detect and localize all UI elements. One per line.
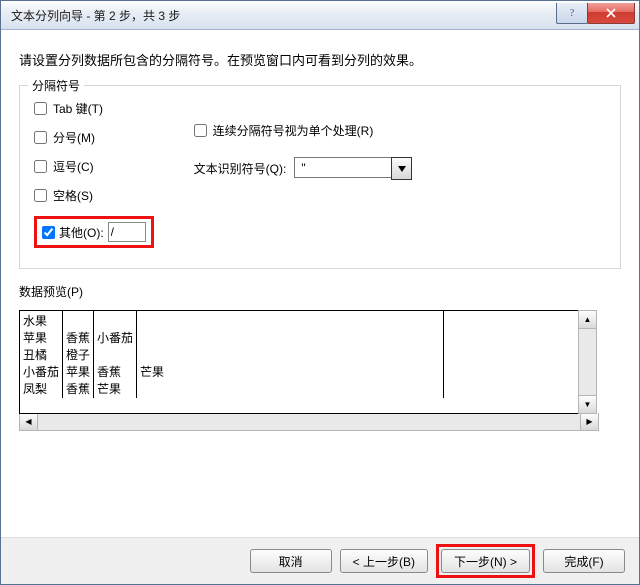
other-highlight: 其他(O):	[34, 216, 154, 248]
preview-cell	[94, 311, 137, 330]
delimiter-checkbox-column: Tab 键(T) 分号(M) 逗号(C) 空格(S)	[34, 96, 154, 248]
comma-checkbox-row[interactable]: 逗号(C)	[34, 158, 154, 175]
delimiter-options-column: 连续分隔符号视为单个处理(R) 文本识别符号(Q):	[194, 96, 413, 248]
semicolon-label: 分号(M)	[53, 129, 95, 146]
preview-cell: 苹果	[63, 364, 94, 381]
qualifier-dropdown-button[interactable]	[391, 157, 412, 180]
preview-table: 水果苹果香蕉小番茄丑橘橙子小番茄苹果香蕉芒果凤梨香蕉芒果	[19, 310, 581, 414]
vertical-scrollbar[interactable]: ▲ ▼	[578, 310, 597, 414]
instruction-text: 请设置分列数据所包含的分隔符号。在预览窗口内可看到分列的效果。	[19, 50, 621, 69]
svg-text:?: ?	[570, 8, 575, 18]
preview-cell	[137, 347, 444, 364]
finish-button[interactable]: 完成(F)	[543, 549, 625, 573]
chevron-down-icon	[398, 166, 406, 172]
qualifier-input[interactable]	[294, 157, 391, 178]
chevron-up-icon: ▲	[584, 315, 592, 324]
preview-cell: 芒果	[94, 381, 137, 398]
close-button[interactable]	[587, 3, 635, 24]
other-checkbox-row[interactable]: 其他(O):	[42, 224, 104, 241]
preview-cell: 橙子	[63, 347, 94, 364]
semicolon-checkbox[interactable]	[34, 131, 47, 144]
preview-cell: 丑橘	[20, 347, 63, 364]
preview-area: 水果苹果香蕉小番茄丑橘橙子小番茄苹果香蕉芒果凤梨香蕉芒果 ▲ ▼	[19, 310, 597, 414]
close-icon	[606, 8, 616, 18]
preview-cell: 芒果	[137, 364, 444, 381]
scroll-down-button[interactable]: ▼	[579, 395, 596, 413]
tab-label: Tab 键(T)	[53, 100, 103, 117]
chevron-down-icon: ▼	[584, 400, 592, 409]
other-label: 其他(O):	[59, 224, 104, 241]
preview-cell: 香蕉	[63, 330, 94, 347]
scroll-right-button[interactable]: ▶	[580, 413, 598, 430]
space-checkbox[interactable]	[34, 189, 47, 202]
horizontal-scrollbar[interactable]: ◀ ▶	[19, 413, 599, 431]
scroll-left-button[interactable]: ◀	[20, 413, 38, 430]
tab-checkbox-row[interactable]: Tab 键(T)	[34, 100, 154, 117]
next-highlight: 下一步(N) >	[436, 544, 535, 578]
preview-cell: 小番茄	[20, 364, 63, 381]
preview-cell: 香蕉	[94, 364, 137, 381]
next-button[interactable]: 下一步(N) >	[441, 549, 530, 573]
semicolon-checkbox-row[interactable]: 分号(M)	[34, 129, 154, 146]
preview-label: 数据预览(P)	[19, 283, 621, 300]
window-title: 文本分列向导 - 第 2 步，共 3 步	[11, 7, 557, 24]
back-button[interactable]: < 上一步(B)	[340, 549, 428, 573]
titlebar: 文本分列向导 - 第 2 步，共 3 步 ?	[1, 1, 639, 30]
preview-cell: 凤梨	[20, 381, 63, 398]
space-checkbox-row[interactable]: 空格(S)	[34, 187, 154, 204]
preview-cell: 水果	[20, 311, 63, 330]
delimiters-group: 分隔符号 Tab 键(T) 分号(M) 逗号(C)	[19, 85, 621, 269]
comma-checkbox[interactable]	[34, 160, 47, 173]
preview-cell: 香蕉	[63, 381, 94, 398]
space-label: 空格(S)	[53, 187, 93, 204]
consecutive-checkbox-row[interactable]: 连续分隔符号视为单个处理(R)	[194, 122, 413, 139]
scroll-up-button[interactable]: ▲	[579, 311, 596, 329]
chevron-right-icon: ▶	[586, 417, 592, 426]
delimiters-legend: 分隔符号	[28, 77, 84, 94]
help-button[interactable]: ?	[556, 3, 588, 24]
preview-cell	[137, 330, 444, 347]
consecutive-label: 连续分隔符号视为单个处理(R)	[213, 122, 374, 139]
preview-cell	[94, 347, 137, 364]
preview-cell: 苹果	[20, 330, 63, 347]
dialog-body: 请设置分列数据所包含的分隔符号。在预览窗口内可看到分列的效果。 分隔符号 Tab…	[1, 30, 639, 431]
window-buttons: ?	[557, 3, 635, 23]
qualifier-label: 文本识别符号(Q):	[194, 160, 287, 177]
tab-checkbox[interactable]	[34, 102, 47, 115]
consecutive-checkbox[interactable]	[194, 124, 207, 137]
cancel-button[interactable]: 取消	[250, 549, 332, 573]
qualifier-combo[interactable]	[294, 157, 412, 180]
preview-cell: 小番茄	[94, 330, 137, 347]
wizard-dialog: 文本分列向导 - 第 2 步，共 3 步 ? 请设置分列数据所包含的分隔符号。在…	[0, 0, 640, 585]
help-icon: ?	[567, 8, 577, 18]
comma-label: 逗号(C)	[53, 158, 94, 175]
preview-cell	[63, 311, 94, 330]
preview-cell	[137, 311, 444, 330]
text-qualifier-row: 文本识别符号(Q):	[194, 157, 413, 180]
other-checkbox[interactable]	[42, 226, 55, 239]
preview-cell	[137, 381, 444, 398]
other-delimiter-input[interactable]	[108, 222, 146, 242]
button-bar: 取消 < 上一步(B) 下一步(N) > 完成(F)	[1, 537, 639, 584]
chevron-left-icon: ◀	[25, 417, 31, 426]
